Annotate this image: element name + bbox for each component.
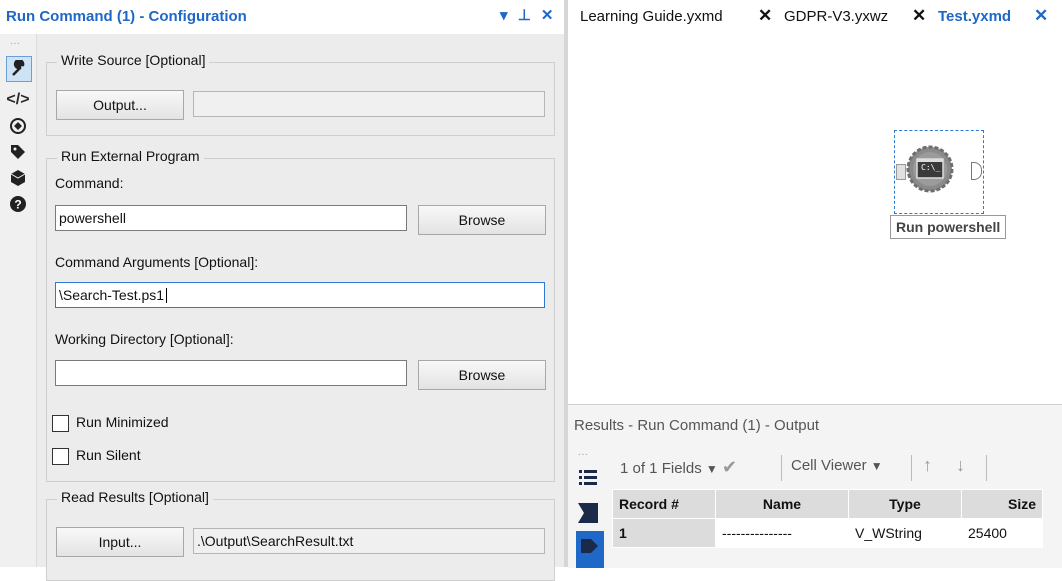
config-panel-body: Write Source [Optional] Output... Run Ex… — [37, 34, 564, 581]
tag-icon[interactable] — [6, 140, 30, 164]
command-arguments-value: \Search-Test.ps1 — [59, 287, 165, 303]
column-header[interactable]: Name — [715, 489, 849, 519]
document-tabs: Learning Guide.yxmd ✕ GDPR-V3.yxwz ✕ Tes… — [568, 0, 1062, 34]
tool-icon-text: C:\_ — [921, 163, 941, 172]
command-arguments-field[interactable]: \Search-Test.ps1 — [55, 282, 545, 308]
write-source-group: Write Source [Optional] Output... — [46, 52, 555, 136]
compass-icon[interactable] — [6, 114, 30, 138]
input-anchor-icon[interactable] — [578, 501, 600, 525]
wrench-icon[interactable] — [6, 56, 32, 82]
tool-annotation-label: Run powershell — [890, 215, 1007, 239]
output-button[interactable]: Output... — [56, 90, 184, 120]
working-directory-field[interactable] — [55, 360, 407, 386]
input-path-field[interactable]: .\Output\SearchResult.txt — [193, 528, 545, 554]
run-minimized-label[interactable]: Run Minimized — [76, 414, 169, 430]
table-cell[interactable]: V_WString — [848, 518, 962, 548]
run-silent-label[interactable]: Run Silent — [76, 447, 141, 463]
list-icon[interactable] — [578, 467, 598, 487]
fields-count-text: 1 of 1 Fields — [620, 460, 702, 477]
cube-icon[interactable] — [6, 166, 30, 190]
close-icon[interactable]: ✕ — [912, 6, 926, 26]
close-icon[interactable]: ✕ — [1034, 6, 1048, 26]
text-cursor — [166, 287, 168, 303]
workflow-canvas[interactable]: C:\_ Run powershell — [568, 34, 1062, 404]
toolbar-divider — [986, 455, 987, 481]
results-title: Results - Run Command (1) - Output — [574, 417, 820, 434]
browse-workdir-button[interactable]: Browse — [418, 360, 546, 390]
table-header-row: Record # Name Type Size — [612, 489, 1043, 519]
config-panel-title: Run Command (1) - Configuration — [6, 8, 247, 25]
command-arguments-label: Command Arguments [Optional]: — [55, 254, 259, 270]
chevron-down-icon: ▼ — [705, 462, 718, 476]
arrow-down-icon[interactable]: ↓ — [956, 455, 965, 476]
panel-window-controls[interactable]: ▾ ⊥ ✕ — [500, 6, 557, 24]
checkmark-icon: ✔ — [721, 457, 738, 477]
column-header[interactable]: Type — [848, 489, 962, 519]
output-anchor-icon[interactable] — [576, 531, 604, 568]
config-side-toolbar: ··· </> ? — [0, 34, 37, 567]
run-external-legend: Run External Program — [57, 148, 204, 164]
svg-text:?: ? — [14, 198, 21, 212]
code-icon[interactable]: </> — [6, 88, 30, 112]
command-field[interactable]: powershell — [55, 205, 407, 231]
read-results-group: Read Results [Optional] Input... .\Outpu… — [46, 489, 555, 581]
table-cell[interactable]: --------------- — [715, 518, 849, 548]
working-directory-label: Working Directory [Optional]: — [55, 331, 234, 347]
arrow-up-icon[interactable]: ↑ — [923, 455, 932, 476]
tab-gdpr[interactable]: GDPR-V3.yxwz — [784, 8, 888, 25]
run-external-group: Run External Program Command: powershell… — [46, 148, 555, 482]
run-minimized-checkbox[interactable] — [52, 415, 69, 432]
table-cell[interactable]: 25400 — [961, 518, 1043, 548]
run-silent-checkbox[interactable] — [52, 448, 69, 465]
cell-viewer-selector[interactable]: Cell Viewer ▼ — [791, 457, 883, 474]
read-results-legend: Read Results [Optional] — [57, 489, 213, 505]
output-path-field[interactable] — [193, 91, 545, 117]
config-panel-header: Run Command (1) - Configuration ▾ ⊥ ✕ — [0, 0, 564, 34]
tab-test[interactable]: Test.yxmd — [938, 8, 1011, 25]
toolbar-divider — [911, 455, 912, 481]
close-icon[interactable]: ✕ — [758, 6, 772, 26]
column-header[interactable]: Size — [961, 489, 1043, 519]
cell-viewer-text: Cell Viewer — [791, 457, 867, 474]
toolbar-divider — [781, 455, 782, 481]
grip-dots: ··· — [10, 38, 20, 49]
column-header[interactable]: Record # — [612, 489, 716, 519]
input-button[interactable]: Input... — [56, 527, 184, 557]
tab-learning-guide[interactable]: Learning Guide.yxmd — [580, 8, 723, 25]
fields-selector[interactable]: 1 of 1 Fields ▼ ✔ — [620, 457, 737, 478]
write-source-legend: Write Source [Optional] — [57, 52, 210, 68]
command-label: Command: — [55, 175, 124, 191]
browse-command-button[interactable]: Browse — [418, 205, 546, 235]
run-command-tool-icon[interactable]: C:\_ — [906, 145, 954, 193]
table-row[interactable]: 1 --------------- V_WString 25400 — [612, 518, 1043, 548]
results-table: Record # Name Type Size 1 --------------… — [612, 489, 1043, 548]
results-panel: Results - Run Command (1) - Output ··· 1… — [568, 404, 1062, 568]
input-anchor[interactable] — [896, 164, 906, 180]
chevron-down-icon: ▼ — [870, 459, 883, 473]
record-number-cell[interactable]: 1 — [612, 518, 716, 548]
help-icon[interactable]: ? — [6, 192, 30, 216]
grip-dots: ··· — [578, 449, 588, 460]
panel-controls-text[interactable]: ▾ ⊥ ✕ — [500, 7, 557, 24]
